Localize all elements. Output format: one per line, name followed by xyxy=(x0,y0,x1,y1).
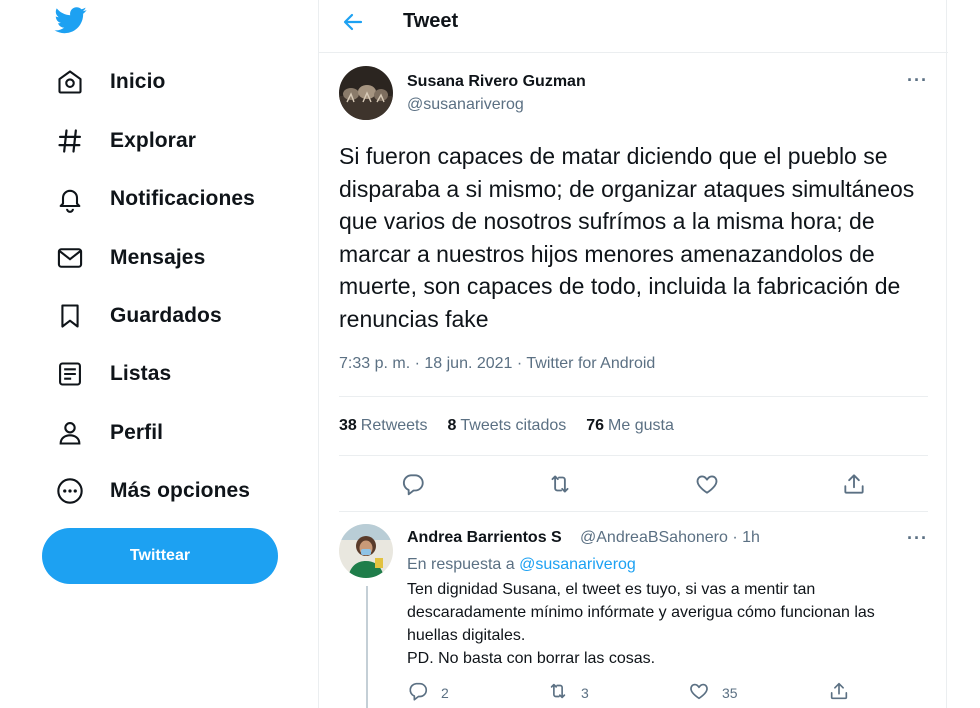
author-name[interactable]: Susana Rivero Guzman xyxy=(407,73,586,91)
reply-retweets-count: 3 xyxy=(581,684,589,701)
more-circle-icon xyxy=(44,476,98,506)
thread-line xyxy=(366,586,368,708)
tweet-stats: 38 Retweets 8 Tweets citados 76 Me gusta xyxy=(339,396,928,456)
tweet-button[interactable]: Twittear xyxy=(42,528,278,584)
retweets-stat[interactable]: 38 Retweets xyxy=(339,417,428,435)
header: Tweet xyxy=(319,0,948,53)
bell-icon xyxy=(44,184,98,214)
like-icon[interactable] xyxy=(694,471,720,497)
replying-to-prefix: En respuesta a xyxy=(407,556,515,573)
quotes-count: 8 xyxy=(447,417,457,434)
likes-label: Me gusta xyxy=(608,417,674,434)
tweet-actions xyxy=(339,456,928,512)
reply-avatar[interactable] xyxy=(339,524,393,578)
more-options-icon[interactable]: ··· xyxy=(907,70,928,91)
sidebar-item-mas-opciones[interactable]: Más opciones xyxy=(44,467,250,515)
bookmark-icon xyxy=(44,301,98,331)
sidebar-item-listas[interactable]: Listas xyxy=(44,350,171,398)
reply-text: Ten dignidad Susana, el tweet es tuyo, s… xyxy=(407,578,937,670)
sidebar: Inicio Explorar Notificaciones Mensajes … xyxy=(0,0,318,708)
reply-author-handle[interactable]: @AndreaBSahonero · 1h xyxy=(580,529,760,547)
reply-retweet-action[interactable]: 3 xyxy=(547,680,589,705)
sidebar-item-inicio[interactable]: Inicio xyxy=(44,58,165,106)
envelope-icon xyxy=(44,243,98,273)
quotes-label: Tweets citados xyxy=(460,417,567,434)
sidebar-item-label: Listas xyxy=(110,362,172,385)
share-icon[interactable] xyxy=(841,471,867,497)
likes-count: 76 xyxy=(586,417,605,434)
author-handle[interactable]: @susanariverog xyxy=(407,96,524,114)
sidebar-item-label: Notificaciones xyxy=(110,187,255,210)
main-column: Tweet Susana Rivero Guzman @susanarivero… xyxy=(318,0,948,708)
sidebar-item-label: Más opciones xyxy=(110,479,251,502)
quotes-stat[interactable]: 8 Tweets citados xyxy=(448,417,567,435)
retweet-icon[interactable] xyxy=(547,471,573,497)
reply-likes-count: 35 xyxy=(722,684,738,701)
like-icon xyxy=(688,680,722,705)
sidebar-item-notificaciones[interactable]: Notificaciones xyxy=(44,175,255,223)
reply-author-name[interactable]: Andrea Barrientos S xyxy=(407,529,562,547)
twitter-bird-icon[interactable] xyxy=(52,4,90,36)
sidebar-item-label: Explorar xyxy=(110,129,196,152)
replying-to-mention[interactable]: @susanariverog xyxy=(519,556,636,573)
reply-like-action[interactable]: 35 xyxy=(688,680,738,705)
reply-icon[interactable] xyxy=(400,471,426,497)
likes-stat[interactable]: 76 Me gusta xyxy=(586,417,674,435)
reply-line: huellas digitales. xyxy=(407,627,526,644)
reply-reply-action[interactable]: 2 xyxy=(407,680,449,705)
reply-line: PD. No basta con borrar las cosas. xyxy=(407,650,656,667)
more-options-icon[interactable]: ··· xyxy=(907,528,928,549)
avatar[interactable] xyxy=(339,66,393,120)
reply-icon xyxy=(407,680,441,705)
hashtag-icon xyxy=(44,126,98,156)
sidebar-item-label: Perfil xyxy=(110,421,164,444)
person-icon xyxy=(44,418,98,448)
share-icon xyxy=(828,680,862,705)
reply-share-action[interactable] xyxy=(828,680,862,705)
reply-replies-count: 2 xyxy=(441,684,449,701)
sidebar-item-label: Inicio xyxy=(110,70,166,93)
page-title: Tweet xyxy=(403,10,459,32)
sidebar-item-perfil[interactable]: Perfil xyxy=(44,409,163,457)
retweets-count: 38 xyxy=(339,417,357,434)
tweet-text: Si fueron capaces de matar diciendo que … xyxy=(339,143,915,332)
reply-line: Ten dignidad Susana, el tweet es tuyo, s… xyxy=(407,581,816,598)
back-arrow-icon[interactable] xyxy=(341,10,369,34)
sidebar-item-label: Mensajes xyxy=(110,246,206,269)
sidebar-item-mensajes[interactable]: Mensajes xyxy=(44,234,205,282)
retweets-label: Retweets xyxy=(360,417,428,434)
list-icon xyxy=(44,359,98,389)
home-icon xyxy=(44,67,98,97)
replying-to: En respuesta a @susanariverog xyxy=(407,556,636,574)
reply-actions: 2 3 35 xyxy=(407,680,907,706)
retweet-icon xyxy=(547,680,581,705)
tweet-timestamp[interactable]: 7:33 p. m. · 18 jun. 2021 · Twitter for … xyxy=(339,355,655,373)
sidebar-item-guardados[interactable]: Guardados xyxy=(44,292,222,340)
right-column xyxy=(948,0,980,708)
sidebar-item-label: Guardados xyxy=(110,304,222,327)
sidebar-item-explorar[interactable]: Explorar xyxy=(44,117,196,165)
reply-line: descaradamente mínimo infórmate y averig… xyxy=(407,604,875,621)
